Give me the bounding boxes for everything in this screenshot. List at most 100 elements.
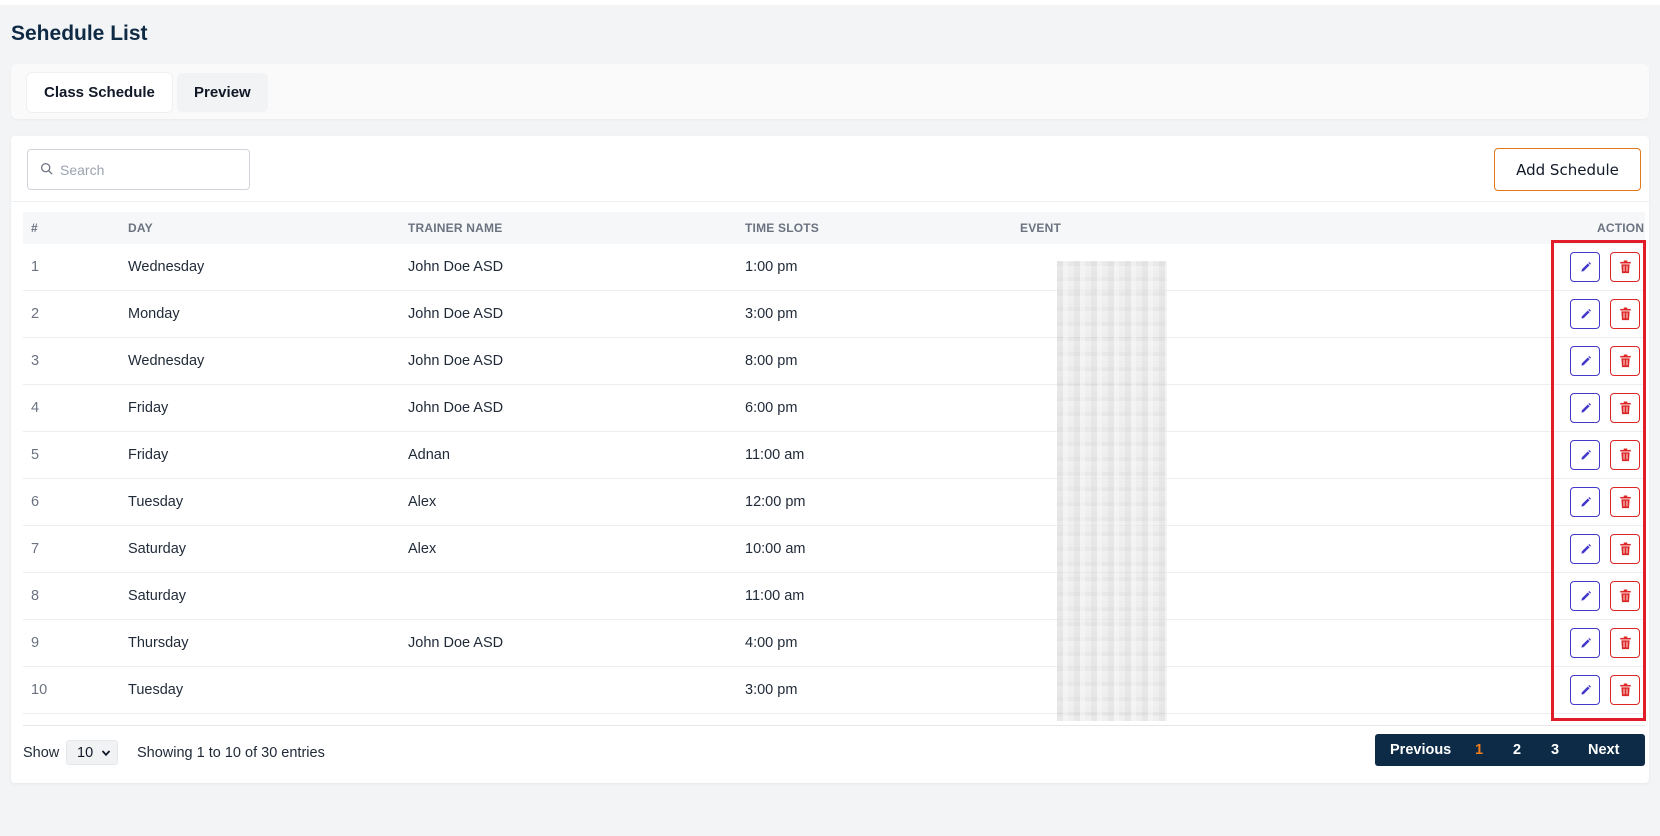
trash-icon xyxy=(1619,401,1632,415)
edit-button[interactable] xyxy=(1570,628,1600,658)
search-box[interactable] xyxy=(27,149,250,190)
row-time-slot: 3:00 pm xyxy=(745,306,798,322)
delete-button[interactable] xyxy=(1610,440,1640,470)
column-header-trainer: TRAINER NAME xyxy=(408,221,503,235)
edit-button[interactable] xyxy=(1570,440,1600,470)
tab-class-schedule[interactable]: Class Schedule xyxy=(27,73,172,112)
row-time-slot: 10:00 am xyxy=(745,541,806,557)
table-row: 9 Thursday John Doe ASD 4:00 pm xyxy=(23,620,1645,667)
delete-button[interactable] xyxy=(1610,487,1640,517)
trash-icon xyxy=(1619,683,1632,697)
row-trainer-name: John Doe ASD xyxy=(408,353,504,369)
delete-button[interactable] xyxy=(1610,393,1640,423)
page-size-select[interactable]: 10 xyxy=(66,740,118,765)
delete-button[interactable] xyxy=(1610,299,1640,329)
pagination: Previous 1 2 3 Next xyxy=(1375,734,1645,766)
table-row: 5 Friday Adnan 11:00 am xyxy=(23,432,1645,479)
row-number: 4 xyxy=(31,400,40,416)
tab-preview[interactable]: Preview xyxy=(177,73,268,112)
table-row: 1 Wednesday John Doe ASD 1:00 pm xyxy=(23,244,1645,291)
delete-button[interactable] xyxy=(1610,346,1640,376)
column-header-event: EVENT xyxy=(1020,221,1062,235)
edit-button[interactable] xyxy=(1570,252,1600,282)
trash-icon xyxy=(1619,448,1632,462)
edit-button[interactable] xyxy=(1570,487,1600,517)
pencil-icon xyxy=(1579,543,1592,556)
row-day: Saturday xyxy=(128,541,187,557)
delete-button[interactable] xyxy=(1610,675,1640,705)
page-button-3[interactable]: 3 xyxy=(1551,734,1559,766)
trash-icon xyxy=(1619,354,1632,368)
edit-button[interactable] xyxy=(1570,534,1600,564)
row-time-slot: 1:00 pm xyxy=(745,259,798,275)
add-schedule-button[interactable]: Add Schedule xyxy=(1494,148,1641,191)
row-day: Wednesday xyxy=(128,353,205,369)
trash-icon xyxy=(1619,495,1632,509)
edit-button[interactable] xyxy=(1570,346,1600,376)
pencil-icon xyxy=(1579,637,1592,650)
pencil-icon xyxy=(1579,684,1592,697)
row-number: 5 xyxy=(31,447,40,463)
edit-button[interactable] xyxy=(1570,393,1600,423)
edit-button[interactable] xyxy=(1570,581,1600,611)
row-day: Tuesday xyxy=(128,494,184,510)
edit-button[interactable] xyxy=(1570,675,1600,705)
column-header-day: DAY xyxy=(128,221,153,235)
row-day: Saturday xyxy=(128,588,187,604)
row-time-slot: 11:00 am xyxy=(745,447,805,463)
row-time-slot: 12:00 pm xyxy=(745,494,806,510)
page-button-1[interactable]: 1 xyxy=(1475,734,1483,766)
show-label: Show xyxy=(23,745,60,761)
row-day: Monday xyxy=(128,306,180,322)
table-row: 7 Saturday Alex 10:00 am xyxy=(23,526,1645,573)
trash-icon xyxy=(1619,307,1632,321)
row-day: Thursday xyxy=(128,635,189,651)
delete-button[interactable] xyxy=(1610,252,1640,282)
pencil-icon xyxy=(1579,308,1592,321)
pencil-icon xyxy=(1579,261,1592,274)
entries-info: Showing 1 to 10 of 30 entries xyxy=(137,745,325,761)
pencil-icon xyxy=(1579,496,1592,509)
pencil-icon xyxy=(1579,449,1592,462)
table-row: 3 Wednesday John Doe ASD 8:00 pm xyxy=(23,338,1645,385)
row-number: 8 xyxy=(31,588,40,604)
row-number: 6 xyxy=(31,494,40,510)
table-row: 6 Tuesday Alex 12:00 pm xyxy=(23,479,1645,526)
table-row: 4 Friday John Doe ASD 6:00 pm xyxy=(23,385,1645,432)
row-trainer-name: Alex xyxy=(408,541,437,557)
row-time-slot: 8:00 pm xyxy=(745,353,798,369)
row-day: Friday xyxy=(128,400,169,416)
page-button-2[interactable]: 2 xyxy=(1513,734,1521,766)
trash-icon xyxy=(1619,542,1632,556)
column-header-number: # xyxy=(31,221,38,235)
top-strip xyxy=(0,0,1660,5)
row-time-slot: 3:00 pm xyxy=(745,682,798,698)
row-time-slot: 6:00 pm xyxy=(745,400,798,416)
row-number: 1 xyxy=(31,259,40,275)
row-trainer-name: Adnan xyxy=(408,447,450,463)
row-time-slot: 11:00 am xyxy=(745,588,805,604)
search-input[interactable] xyxy=(60,156,240,184)
schedule-card: Add Schedule # DAY TRAINER NAME TIME SLO… xyxy=(11,136,1649,783)
next-page-button[interactable]: Next xyxy=(1588,734,1619,766)
previous-page-button[interactable]: Previous xyxy=(1390,734,1451,766)
row-number: 10 xyxy=(31,682,48,698)
trash-icon xyxy=(1619,589,1632,603)
row-number: 3 xyxy=(31,353,40,369)
row-day: Friday xyxy=(128,447,169,463)
tabs-bar: Class Schedule Preview xyxy=(11,64,1649,119)
row-number: 7 xyxy=(31,541,40,557)
table-body: 1 Wednesday John Doe ASD 1:00 pm 2 Monday John… xyxy=(23,244,1645,714)
page-size-value: 10 xyxy=(77,744,94,761)
delete-button[interactable] xyxy=(1610,628,1640,658)
column-header-time-slots: TIME SLOTS xyxy=(745,221,819,235)
delete-button[interactable] xyxy=(1610,581,1640,611)
page-title: Sehedule List xyxy=(11,22,148,45)
edit-button[interactable] xyxy=(1570,299,1600,329)
pencil-icon xyxy=(1579,590,1592,603)
trash-icon xyxy=(1619,636,1632,650)
table-row: 10 Tuesday 3:00 pm xyxy=(23,667,1645,714)
table-row: 8 Saturday 11:00 am xyxy=(23,573,1645,620)
delete-button[interactable] xyxy=(1610,534,1640,564)
row-trainer-name: John Doe ASD xyxy=(408,635,504,651)
